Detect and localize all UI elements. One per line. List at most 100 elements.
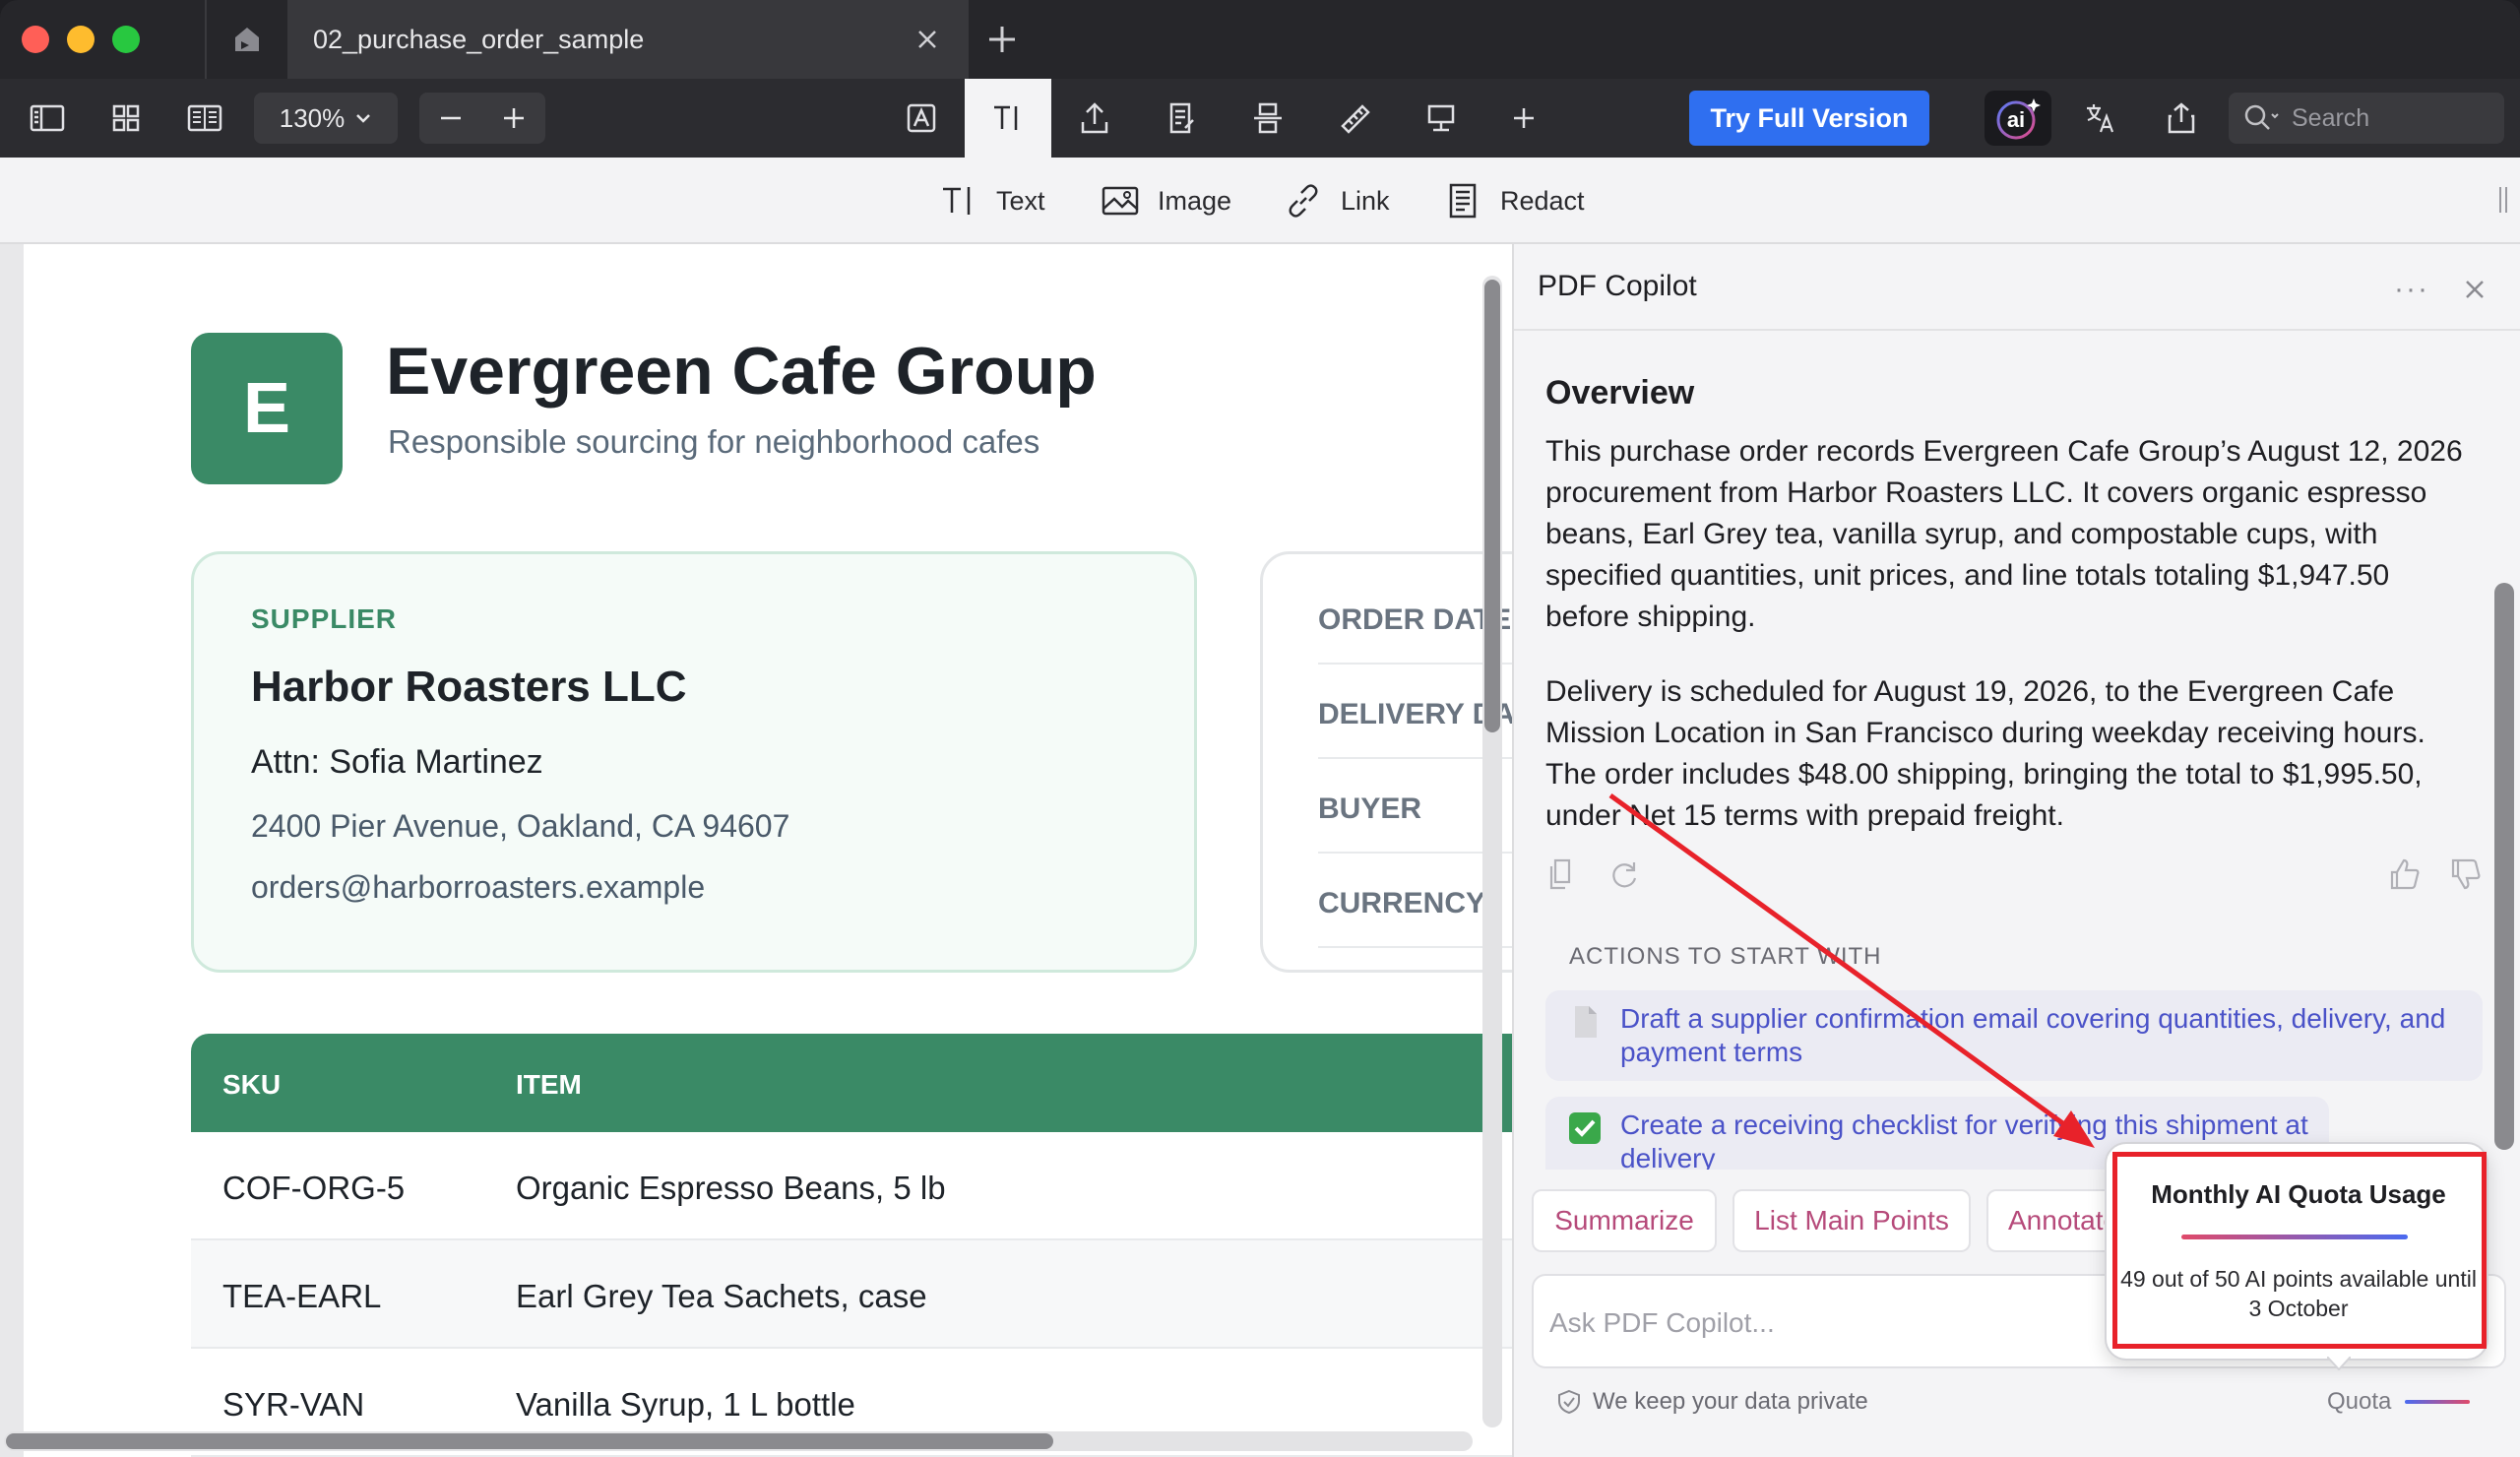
actions-section-label: ACTIONS TO START WITH <box>1569 943 1882 970</box>
cell-sku: SYR-VAN <box>222 1386 365 1423</box>
translate-icon <box>2087 104 2114 133</box>
zoom-value: 130% <box>279 102 346 133</box>
link-icon <box>1289 184 1318 218</box>
supplier-attn: Attn: Sofia Martinez <box>251 743 543 781</box>
zoom-select[interactable]: 130% <box>254 93 398 144</box>
search-box[interactable]: Search <box>2229 93 2504 144</box>
screen-icon <box>1427 104 1455 132</box>
privacy-note: We keep your data private <box>1555 1388 1868 1416</box>
document-tab-title: 02_purchase_order_sample <box>313 24 645 54</box>
supplier-email: orders@harborroasters.example <box>251 869 706 905</box>
present-button[interactable] <box>1419 96 1463 140</box>
quota-mini-bar <box>2405 1400 2471 1404</box>
try-full-version-button[interactable]: Try Full Version <box>1689 91 1929 146</box>
zoom-out-button[interactable] <box>419 93 482 144</box>
measure-button[interactable] <box>1333 96 1376 140</box>
supplier-address: 2400 Pier Avenue, Oakland, CA 94607 <box>251 808 790 844</box>
overview-title: Overview <box>1545 374 1695 412</box>
order-meta-card: ORDER DATE DELIVERY DATE BUYER CURRENCY <box>1260 551 1512 973</box>
copilot-header: PDF Copilot ··· <box>1514 244 2520 331</box>
cell-sku: COF-ORG-5 <box>222 1170 406 1206</box>
copy-icon[interactable] <box>1545 856 1579 892</box>
thumbs-up-icon[interactable] <box>2386 856 2422 892</box>
thumbs-down-icon[interactable] <box>2447 856 2483 892</box>
maximize-window-button[interactable] <box>112 26 140 53</box>
share-icon <box>2168 102 2195 134</box>
sidebar-icon <box>30 104 65 132</box>
close-icon[interactable] <box>2457 272 2492 307</box>
horizontal-scrollbar-thumb[interactable] <box>6 1433 1053 1449</box>
table-row: COF-ORG-5 Organic Espresso Beans, 5 lb <box>191 1132 1512 1240</box>
sidebar-toggle-button[interactable] <box>26 96 69 140</box>
close-tab-icon[interactable] <box>912 24 943 55</box>
add-link-label: Link <box>1341 185 1390 216</box>
image-icon <box>1102 186 1139 216</box>
new-tab-button[interactable] <box>980 18 1024 61</box>
line-items-table: SKU ITEM COF-ORG-5 Organic Espresso Bean… <box>191 1034 1512 1457</box>
share-button[interactable] <box>2160 96 2203 140</box>
cell-item: Vanilla Syrup, 1 L bottle <box>516 1386 855 1423</box>
text-cursor-icon <box>943 187 971 215</box>
copilot-title: PDF Copilot <box>1538 270 1697 302</box>
redact-icon <box>1449 183 1477 219</box>
column-header-item: ITEM <box>516 1069 582 1100</box>
redact-button[interactable]: Redact <box>1443 177 1585 224</box>
annotation-highlight-box <box>2112 1152 2487 1349</box>
ai-copilot-button[interactable]: ai <box>1984 91 2051 146</box>
text-cursor-icon <box>994 105 1018 130</box>
list-main-points-chip[interactable]: List Main Points <box>1732 1189 1971 1252</box>
supplier-name: Harbor Roasters LLC <box>251 663 687 711</box>
ask-copilot-input[interactable] <box>1549 1299 2140 1347</box>
ai-icon: ai <box>1996 98 2041 140</box>
copilot-conversation: Overview This purchase order records Eve… <box>1514 331 2498 1170</box>
privacy-text: We keep your data private <box>1593 1388 1868 1415</box>
upload-icon <box>1081 102 1108 134</box>
document-icon <box>1575 1006 1597 1038</box>
reading-mode-button[interactable] <box>183 96 226 140</box>
check-mark-icon <box>1569 1112 1601 1144</box>
add-text-button[interactable]: Text <box>939 177 1045 224</box>
main-toolbar: 130% Try Full Version ai Search <box>0 79 2520 158</box>
add-image-button[interactable]: Image <box>1101 177 1231 224</box>
export-button[interactable] <box>1073 96 1116 140</box>
zoom-in-button[interactable] <box>482 93 545 144</box>
search-icon <box>2244 104 2279 130</box>
popover-pointer <box>2327 1357 2351 1370</box>
vertical-scrollbar-thumb[interactable] <box>1484 280 1500 732</box>
cell-sku: TEA-EARL <box>222 1278 382 1314</box>
add-tool-button[interactable] <box>1502 96 1545 140</box>
table-row: TEA-EARL Earl Grey Tea Sachets, case <box>191 1240 1512 1349</box>
summarize-chip[interactable]: Summarize <box>1532 1189 1717 1252</box>
edit-tool-button[interactable] <box>965 79 1051 158</box>
plus-icon <box>989 27 1015 52</box>
form-button[interactable] <box>1160 96 1203 140</box>
regenerate-icon[interactable] <box>1606 856 1642 892</box>
response-actions <box>1545 853 2490 896</box>
suggested-action-label: Draft a supplier confirmation email cove… <box>1620 1003 2446 1067</box>
annotate-tool-button[interactable] <box>900 96 943 140</box>
pdf-page: E Evergreen Cafe Group Responsible sourc… <box>24 244 1512 1457</box>
company-tagline: Responsible sourcing for neighborhood ca… <box>388 423 1040 460</box>
company-logo: E <box>191 333 343 484</box>
ai-label: ai <box>2007 107 2025 132</box>
text-box-icon <box>907 103 936 133</box>
thumbnails-button[interactable] <box>104 96 148 140</box>
toolbar-collapse-handle[interactable] <box>2496 185 2510 215</box>
redact-label: Redact <box>1500 185 1585 216</box>
table-header: SKU ITEM <box>191 1034 1512 1132</box>
organize-button[interactable] <box>1246 96 1290 140</box>
document-tab[interactable]: 02_purchase_order_sample <box>287 0 969 79</box>
cell-item: Earl Grey Tea Sachets, case <box>516 1278 927 1314</box>
minimize-window-button[interactable] <box>67 26 94 53</box>
home-tab-button[interactable] <box>205 0 287 79</box>
translate-button[interactable] <box>2079 96 2122 140</box>
organize-icon <box>1254 102 1282 134</box>
suggested-action-email[interactable]: Draft a supplier confirmation email cove… <box>1545 990 2483 1081</box>
form-icon <box>1169 102 1194 134</box>
plus-icon <box>504 108 524 128</box>
quota-indicator[interactable]: Quota <box>2327 1388 2471 1416</box>
copilot-scrollbar-thumb[interactable] <box>2494 583 2514 1150</box>
more-options-button[interactable]: ··· <box>2390 270 2433 309</box>
close-window-button[interactable] <box>22 26 49 53</box>
add-link-button[interactable]: Link <box>1284 177 1390 224</box>
